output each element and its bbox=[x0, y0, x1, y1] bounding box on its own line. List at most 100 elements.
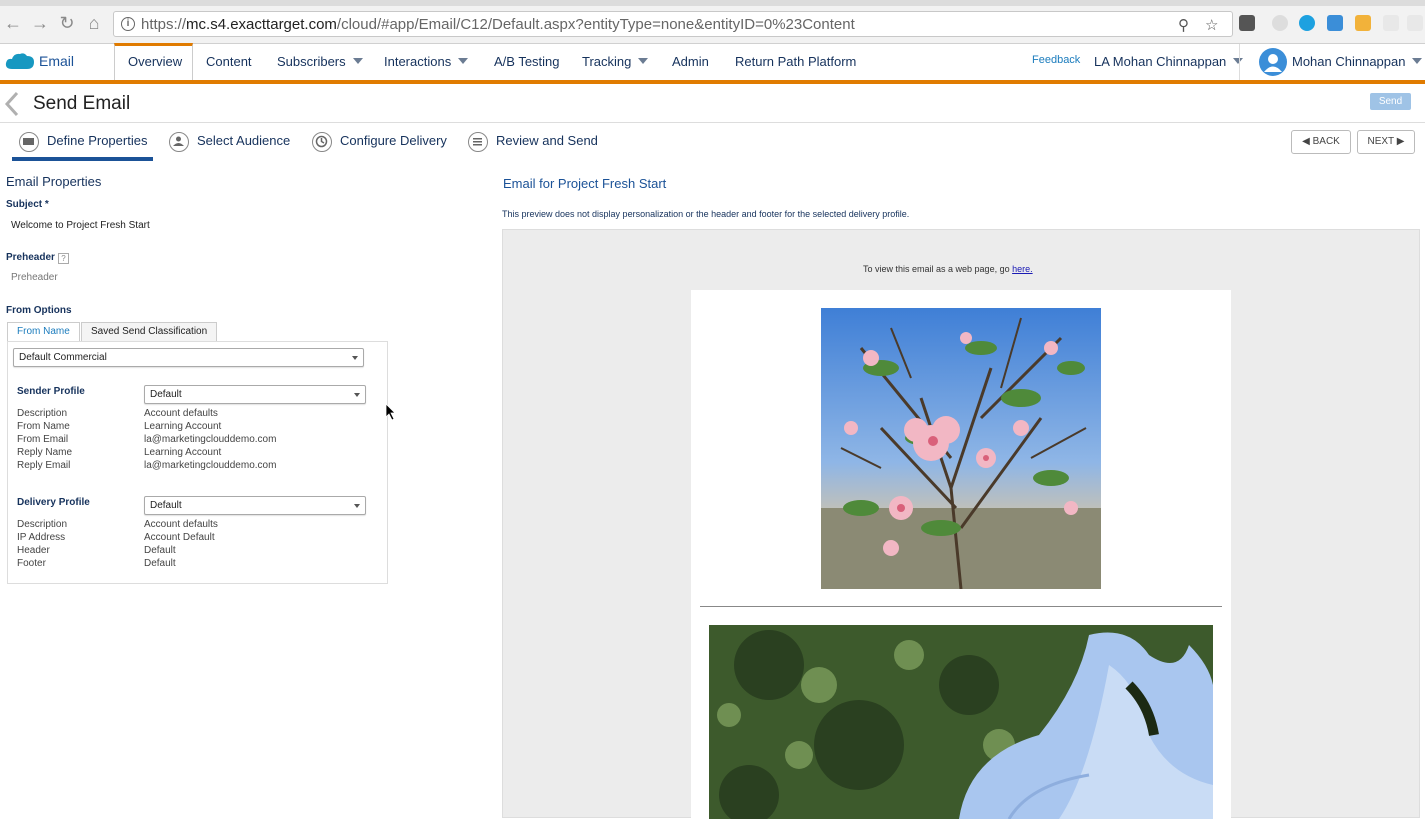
classification-select[interactable]: Default Commercial bbox=[13, 348, 364, 367]
sender-reply-name-key: Reply Name bbox=[17, 447, 73, 458]
browser-toolbar: ← → ↻ ⌂ i https://mc.s4.exacttarget.com/… bbox=[0, 0, 1425, 44]
feedback-link[interactable]: Feedback bbox=[1032, 54, 1080, 66]
section-title: Email Properties bbox=[6, 174, 102, 189]
extension-icon[interactable] bbox=[1355, 15, 1371, 31]
extension-icon[interactable] bbox=[1239, 15, 1255, 31]
nav-subscribers[interactable]: Subscribers bbox=[277, 54, 363, 69]
preheader-label: Preheader? bbox=[6, 252, 69, 264]
nav-tracking-label: Tracking bbox=[582, 54, 632, 69]
delivery-profile-value: Default bbox=[150, 500, 182, 511]
from-options-label: From Options bbox=[6, 305, 72, 316]
page-titlebar: Send Email Send bbox=[0, 84, 1425, 123]
sender-description-value: Account defaults bbox=[144, 408, 218, 419]
nav-overview[interactable]: Overview bbox=[128, 54, 182, 69]
delivery-description-key: Description bbox=[17, 519, 68, 530]
next-button[interactable]: NEXT ▶ bbox=[1357, 130, 1415, 154]
preview-title: Email for Project Fresh Start bbox=[503, 176, 667, 191]
delivery-ip-key: IP Address bbox=[17, 532, 66, 543]
sender-profile-value: Default bbox=[150, 389, 182, 400]
header-divider bbox=[1239, 44, 1240, 80]
user-icon bbox=[1264, 54, 1282, 72]
next-button-label: NEXT bbox=[1367, 136, 1395, 147]
zoom-icon[interactable]: ⚲ bbox=[1178, 16, 1189, 34]
app-name[interactable]: Email bbox=[39, 53, 74, 69]
nav-content[interactable]: Content bbox=[206, 54, 252, 69]
delivery-footer-value: Default bbox=[144, 558, 176, 569]
chevron-down-icon bbox=[1412, 58, 1423, 64]
chevron-down-icon bbox=[352, 58, 363, 64]
wizard-steps: Define Properties Select Audience Config… bbox=[0, 123, 1425, 161]
avatar[interactable] bbox=[1259, 48, 1287, 76]
send-button[interactable]: Send bbox=[1370, 93, 1411, 110]
step-select-audience[interactable]: Select Audience bbox=[169, 132, 290, 156]
email-preview[interactable]: To view this email as a web page, go her… bbox=[502, 229, 1420, 819]
step-define-properties[interactable]: Define Properties bbox=[19, 132, 147, 156]
url-text[interactable]: https://mc.s4.exacttarget.com/cloud/#app… bbox=[141, 16, 855, 33]
step-configure-delivery[interactable]: Configure Delivery bbox=[312, 132, 447, 156]
delivery-ip-value: Account Default bbox=[144, 532, 215, 543]
dropdown-arrow-icon bbox=[354, 393, 360, 397]
nav-tracking[interactable]: Tracking bbox=[582, 54, 649, 69]
browser-forward-icon[interactable]: → bbox=[31, 14, 49, 32]
extension-icon[interactable] bbox=[1272, 15, 1288, 31]
nav-ab-testing[interactable]: A/B Testing bbox=[494, 54, 560, 69]
white-flower-photo bbox=[709, 625, 1213, 819]
account-name: LA Mohan Chinnappan bbox=[1094, 54, 1227, 69]
dropdown-arrow-icon bbox=[354, 504, 360, 508]
nav-interactions[interactable]: Interactions bbox=[384, 54, 469, 69]
envelope-icon bbox=[19, 132, 39, 152]
nav-admin[interactable]: Admin bbox=[672, 54, 709, 69]
email-properties-panel: Email Properties Subject * Welcome to Pr… bbox=[0, 161, 500, 818]
app-header: Email Overview Content Subscribers Inter… bbox=[0, 43, 1425, 84]
clock-icon bbox=[312, 132, 332, 152]
back-chevron-icon[interactable] bbox=[4, 91, 20, 117]
mouse-pointer-icon bbox=[385, 403, 396, 421]
tab-saved-send-classification[interactable]: Saved Send Classification bbox=[81, 322, 218, 341]
account-switcher[interactable]: LA Mohan Chinnappan bbox=[1094, 54, 1244, 69]
sender-profile-select[interactable]: Default bbox=[144, 385, 366, 404]
triangle-left-icon: ◀ bbox=[1302, 136, 1310, 147]
sender-from-name-value: Learning Account bbox=[144, 421, 222, 432]
site-info-icon[interactable]: i bbox=[121, 17, 135, 31]
sender-description-key: Description bbox=[17, 408, 68, 419]
help-icon[interactable]: ? bbox=[57, 253, 69, 264]
sender-reply-name-value: Learning Account bbox=[144, 447, 222, 458]
back-button-label: BACK bbox=[1312, 136, 1340, 147]
address-bar[interactable]: i https://mc.s4.exacttarget.com/cloud/#a… bbox=[113, 11, 1233, 37]
step-review-and-send[interactable]: Review and Send bbox=[468, 132, 598, 156]
browser-back-icon[interactable]: ← bbox=[4, 14, 22, 32]
extension-icon[interactable] bbox=[1327, 15, 1343, 31]
bookmark-star-icon[interactable]: ☆ bbox=[1205, 16, 1218, 34]
back-button[interactable]: ◀ BACK bbox=[1291, 130, 1351, 154]
salesforce-cloud-icon bbox=[5, 53, 34, 69]
chevron-down-icon bbox=[458, 58, 469, 64]
home-icon[interactable]: ⌂ bbox=[85, 14, 103, 32]
user-name: Mohan Chinnappan bbox=[1292, 54, 1406, 69]
email-body bbox=[691, 290, 1231, 819]
from-options-box: Default Commercial Sender Profile Defaul… bbox=[7, 341, 388, 584]
preheader-field[interactable]: Preheader bbox=[11, 272, 58, 283]
divider-line bbox=[700, 606, 1222, 607]
sender-reply-email-key: Reply Email bbox=[17, 460, 71, 471]
step-label: Configure Delivery bbox=[340, 133, 447, 148]
reload-icon[interactable]: ↻ bbox=[58, 14, 76, 32]
classification-value: Default Commercial bbox=[19, 352, 107, 363]
tab-from-name[interactable]: From Name bbox=[7, 322, 80, 341]
webview-notice: To view this email as a web page, go her… bbox=[863, 264, 1033, 274]
nav-return-path[interactable]: Return Path Platform bbox=[735, 54, 856, 69]
dropdown-arrow-icon bbox=[352, 356, 358, 360]
extension-icon[interactable] bbox=[1383, 15, 1399, 31]
triangle-right-icon: ▶ bbox=[1396, 136, 1405, 147]
delivery-profile-select[interactable]: Default bbox=[144, 496, 366, 515]
webview-link[interactable]: here. bbox=[1012, 264, 1033, 274]
user-menu[interactable]: Mohan Chinnappan bbox=[1292, 54, 1423, 69]
sender-profile-label: Sender Profile bbox=[17, 386, 85, 397]
skype-extension-icon[interactable] bbox=[1299, 15, 1315, 31]
nav-interactions-label: Interactions bbox=[384, 54, 452, 69]
extension-icon[interactable] bbox=[1407, 15, 1423, 31]
delivery-profile-label: Delivery Profile bbox=[17, 497, 90, 508]
subject-field[interactable]: Welcome to Project Fresh Start bbox=[11, 220, 150, 231]
delivery-header-value: Default bbox=[144, 545, 176, 556]
preview-note: This preview does not display personaliz… bbox=[502, 209, 910, 219]
step-label: Select Audience bbox=[197, 133, 291, 148]
